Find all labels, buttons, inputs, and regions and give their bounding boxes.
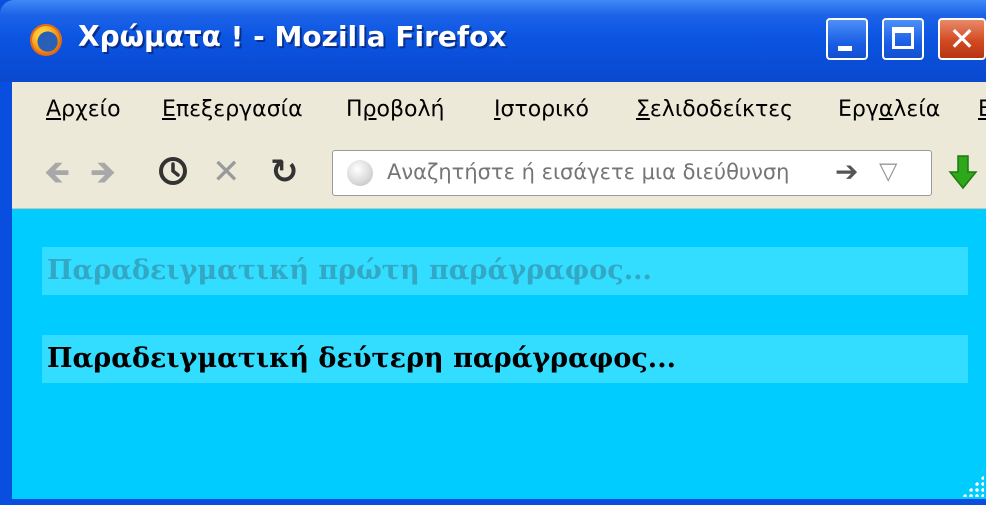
- firefox-logo-icon: [30, 24, 62, 56]
- globe-icon: [347, 160, 373, 186]
- minimize-icon: [838, 46, 852, 51]
- menu-edit[interactable]: Επεξεργασία: [162, 97, 303, 122]
- first-paragraph: Παραδειγματική πρώτη παράγραφος...: [42, 247, 968, 295]
- resize-grip[interactable]: [962, 475, 984, 497]
- close-button[interactable]: ✕: [938, 18, 986, 60]
- stop-x-icon[interactable]: ✕: [212, 154, 241, 190]
- menu-file[interactable]: Αρχείο: [46, 97, 121, 122]
- menu-bookmarks[interactable]: Σελιδοδείκτες: [636, 97, 793, 122]
- navigation-toolbar: 🡸 🡺 ✕ ↻ ➔ ▽: [12, 138, 986, 209]
- url-bar[interactable]: ➔ ▽: [332, 150, 932, 196]
- page-content: Παραδειγματική πρώτη παράγραφος... Παραδ…: [12, 209, 986, 499]
- forward-arrow-icon[interactable]: 🡺: [90, 154, 116, 190]
- dropdown-triangle-icon[interactable]: ▽: [879, 157, 897, 185]
- menu-tools[interactable]: Εργαλεία: [838, 97, 940, 122]
- back-arrow-icon[interactable]: 🡸: [44, 154, 70, 190]
- url-input[interactable]: [385, 159, 809, 185]
- window-title: Χρώματα ! - Mozilla Firefox: [78, 20, 507, 53]
- maximize-icon: [892, 27, 914, 49]
- close-icon: ✕: [948, 20, 976, 58]
- reload-icon[interactable]: ↻: [270, 154, 299, 190]
- browser-window: Χρώματα ! - Mozilla Firefox ✕ Αρχείο Επε…: [0, 0, 986, 505]
- second-paragraph: Παραδειγματική δεύτερη παράγραφος...: [42, 335, 968, 383]
- menu-history[interactable]: Ιστορικό: [494, 97, 589, 122]
- menu-view[interactable]: Προβολή: [346, 97, 444, 122]
- clock-icon[interactable]: [158, 156, 188, 186]
- menu-bar: Αρχείο Επεξεργασία Προβολή Ιστορικό Σελι…: [12, 82, 986, 138]
- go-arrow-icon[interactable]: ➔: [835, 155, 858, 188]
- title-bar[interactable]: Χρώματα ! - Mozilla Firefox ✕: [0, 0, 986, 82]
- minimize-button[interactable]: [826, 18, 868, 60]
- download-arrow-icon[interactable]: [948, 154, 978, 190]
- menu-help[interactable]: Β: [978, 97, 986, 122]
- maximize-button[interactable]: [882, 18, 924, 60]
